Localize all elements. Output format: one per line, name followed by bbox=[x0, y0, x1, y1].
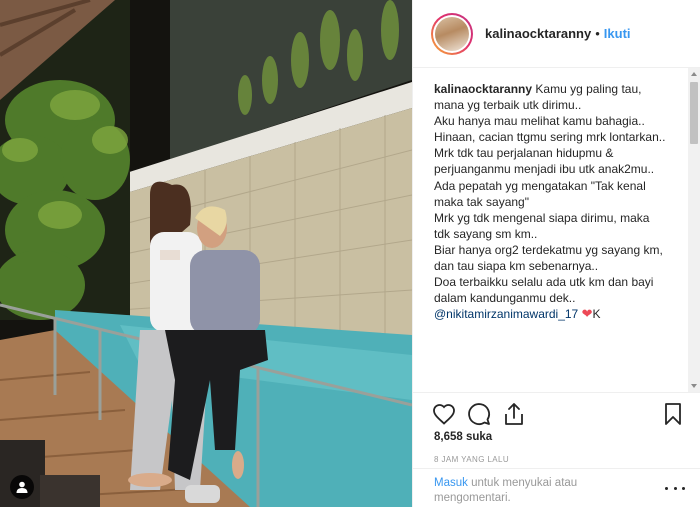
caption-mention-link[interactable]: @nikitamirzanimawardi_17 bbox=[434, 307, 578, 321]
caption-line: perjuanganmu menjadi ibu utk anak2mu.. bbox=[434, 162, 655, 177]
caption-suffix: K bbox=[592, 307, 601, 322]
heart-emoji: ❤ bbox=[581, 306, 593, 322]
avatar[interactable] bbox=[431, 12, 473, 55]
post-timestamp: 8 JAM YANG LALU bbox=[434, 455, 510, 464]
post-side-panel: kalinaocktaranny • Ikuti kalinaocktarann… bbox=[412, 0, 700, 507]
caption-line: Aku hanya mau melihat kamu bahagia.. bbox=[434, 114, 645, 129]
caption-line: dan tau siapa km sebenarnya.. bbox=[434, 259, 599, 274]
caption-line: Hinaan, cacian ttgmu sering mrk lontarka… bbox=[434, 130, 666, 145]
share-icon[interactable] bbox=[501, 401, 527, 427]
photo-illustration bbox=[0, 0, 412, 507]
caption-line: Mrk tdk tau perjalanan hidupmu & bbox=[434, 146, 614, 161]
caption-line: Mrk yg tdk mengenal siapa dirimu, maka bbox=[434, 210, 650, 225]
caption-username[interactable]: kalinaocktaranny bbox=[434, 82, 532, 96]
comments-scrollbar[interactable] bbox=[688, 68, 700, 392]
caption-line: Doa terbaikku selalu ada utk km dan bayi bbox=[434, 275, 654, 290]
caption-line: dalam kandunganmu dek.. bbox=[434, 291, 576, 306]
separator-dot: • bbox=[595, 26, 600, 41]
login-bar: Masuk untuk menyukai atau mengomentari. bbox=[413, 468, 700, 507]
caption-line: Kamu yg paling tau, bbox=[535, 82, 642, 96]
caption-line: Ada pepatah yg mengatakan "Tak kenal bbox=[434, 178, 646, 193]
avatar-image bbox=[435, 16, 469, 51]
caption: kalinaocktaranny Kamu yg paling tau, man… bbox=[413, 68, 700, 322]
comment-bubble-icon[interactable] bbox=[466, 401, 492, 427]
comments-area: kalinaocktaranny Kamu yg paling tau, man… bbox=[413, 68, 700, 392]
scrollbar-thumb[interactable] bbox=[690, 82, 698, 144]
heart-outline-icon[interactable] bbox=[431, 401, 457, 427]
follow-button[interactable]: Ikuti bbox=[604, 26, 631, 41]
post-photo[interactable] bbox=[0, 0, 412, 507]
post-header: kalinaocktaranny • Ikuti bbox=[413, 0, 700, 68]
caption-line: mana yg terbaik utk dirimu.. bbox=[434, 98, 582, 113]
post-username[interactable]: kalinaocktaranny bbox=[485, 26, 591, 41]
likes-count[interactable]: 8,658 suka bbox=[434, 431, 492, 443]
more-options-icon[interactable] bbox=[665, 483, 685, 493]
caption-line: tdk sayang sm km.. bbox=[434, 226, 538, 241]
bookmark-icon[interactable] bbox=[660, 401, 686, 427]
scroll-down-arrow-icon[interactable] bbox=[691, 384, 697, 388]
login-link[interactable]: Masuk bbox=[434, 477, 468, 489]
user-tag-icon[interactable] bbox=[10, 475, 34, 499]
caption-line: Biar hanya org2 terdekatmu yg sayang km, bbox=[434, 242, 663, 257]
login-prompt: Masuk untuk menyukai atau mengomentari. bbox=[434, 476, 634, 506]
scroll-up-arrow-icon[interactable] bbox=[691, 72, 697, 76]
action-bar bbox=[413, 392, 700, 432]
caption-line: maka tak sayang" bbox=[434, 194, 529, 209]
